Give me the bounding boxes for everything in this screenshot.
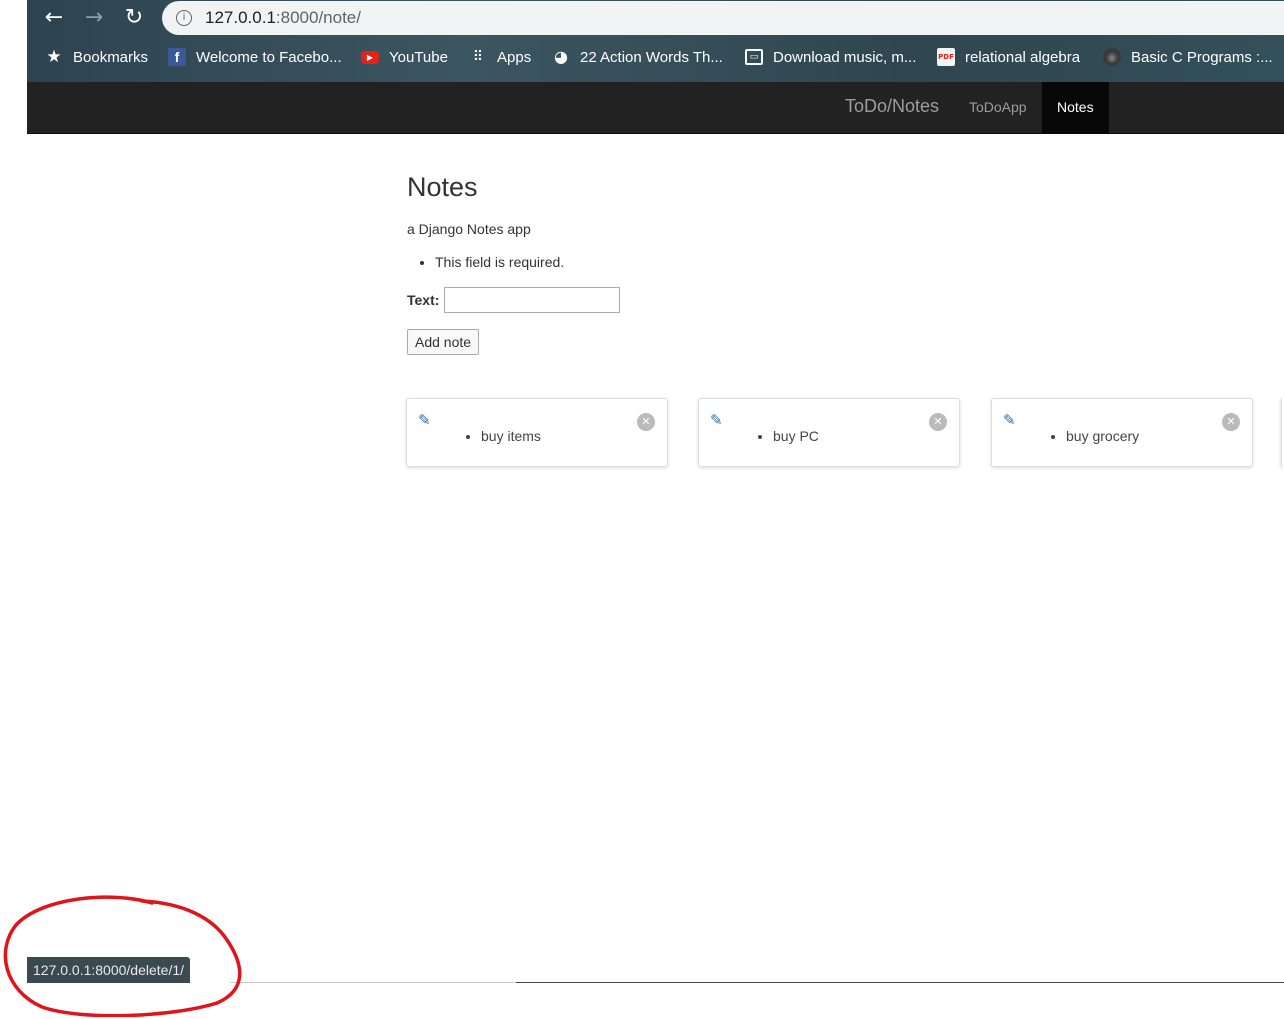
navbar-brand[interactable]: ToDo/Notes xyxy=(845,96,939,117)
note-card: ✎ ✕ buy items xyxy=(406,398,668,467)
note-card: ✎ ✕ buy PC xyxy=(698,398,960,467)
bookmark-label: Download music, m... xyxy=(773,48,917,66)
note-list: buy PC xyxy=(739,428,819,444)
nav-link-notes[interactable]: Notes xyxy=(1042,82,1109,133)
url-path: :8000/note/ xyxy=(275,8,361,27)
top-navbar: ToDo/Notes ToDoApp Notes xyxy=(27,82,1284,134)
error-message: This field is required. xyxy=(435,254,564,270)
browser-toolbar: ← → ↻ i 127.0.0.1:8000/note/ xyxy=(27,0,1284,36)
apps-grid-icon: ⠿ xyxy=(472,49,484,65)
bookmark-youtube[interactable]: ▶ YouTube xyxy=(361,46,448,68)
bookmark-label: Basic C Programs :... xyxy=(1131,48,1273,66)
bookmark-relational-algebra[interactable]: PDF relational algebra xyxy=(937,46,1080,68)
facebook-icon: f xyxy=(168,48,186,66)
bookmark-bookmarks[interactable]: ★ Bookmarks xyxy=(45,46,148,68)
bookmark-download-music[interactable]: ▭ Download music, m... xyxy=(745,46,916,68)
page-title: Notes xyxy=(407,172,478,202)
pdf-icon: PDF xyxy=(937,48,955,66)
note-form: Text: xyxy=(407,287,621,313)
pencil-icon[interactable]: ✎ xyxy=(710,411,728,429)
browser-chrome: ← → ↻ i 127.0.0.1:8000/note/ ★ Bookmarks… xyxy=(27,0,1284,82)
bookmark-label: 22 Action Words Th... xyxy=(580,48,723,66)
add-note-button[interactable]: Add note xyxy=(407,329,480,355)
note-list: buy items xyxy=(447,428,541,444)
bookmark-facebook[interactable]: f Welcome to Facebo... xyxy=(168,46,342,68)
error-list: This field is required. xyxy=(407,254,564,270)
bookmark-apps[interactable]: ⠿ Apps xyxy=(469,46,531,68)
url-host: 127.0.0.1 xyxy=(205,8,276,27)
globe-icon: ◕ xyxy=(554,47,568,66)
address-bar[interactable]: i 127.0.0.1:8000/note/ xyxy=(162,1,1284,35)
reload-icon[interactable]: ↻ xyxy=(122,6,146,30)
pencil-icon[interactable]: ✎ xyxy=(1003,411,1021,429)
back-arrow-icon[interactable]: ← xyxy=(42,6,66,30)
bookmark-basic-c[interactable]: ◉ Basic C Programs :... xyxy=(1103,46,1273,68)
red-annotation-circle xyxy=(3,895,242,1017)
status-bar-url: 127.0.0.1:8000/delete/1/ xyxy=(27,957,191,983)
site-icon: ◉ xyxy=(1103,48,1121,66)
close-icon[interactable]: ✕ xyxy=(637,413,655,431)
bookmark-label: Apps xyxy=(497,48,532,66)
pencil-icon[interactable]: ✎ xyxy=(418,411,436,429)
forward-arrow-icon[interactable]: → xyxy=(82,6,106,30)
note-list: buy grocery xyxy=(1032,428,1139,444)
star-icon: ★ xyxy=(46,47,62,67)
divider xyxy=(516,982,1284,983)
note-text-input[interactable] xyxy=(444,287,621,313)
bookmarks-bar: ★ Bookmarks f Welcome to Facebo... ▶ You… xyxy=(27,40,1284,74)
close-icon[interactable]: ✕ xyxy=(929,413,947,431)
bookmark-label: relational algebra xyxy=(965,48,1081,66)
download-site-icon: ▭ xyxy=(745,49,763,65)
page-subtitle: a Django Notes app xyxy=(407,221,531,237)
note-text: buy PC xyxy=(773,428,819,444)
bookmark-label: Welcome to Facebo... xyxy=(196,48,342,66)
note-text: buy items xyxy=(481,428,541,444)
note-card: ✎ ✕ buy grocery xyxy=(991,398,1253,467)
bookmark-action-words[interactable]: ◕ 22 Action Words Th... xyxy=(552,46,723,68)
note-text: buy grocery xyxy=(1066,428,1139,444)
close-icon[interactable]: ✕ xyxy=(1222,413,1240,431)
info-icon[interactable]: i xyxy=(176,10,192,26)
address-url[interactable]: 127.0.0.1:8000/note/ xyxy=(205,8,361,28)
youtube-icon: ▶ xyxy=(361,50,379,64)
nav-link-todoapp[interactable]: ToDoApp xyxy=(954,82,1042,133)
bookmark-label: Bookmarks xyxy=(73,48,149,66)
divider xyxy=(230,982,516,983)
bookmark-label: YouTube xyxy=(389,48,448,66)
text-label: Text: xyxy=(407,292,440,308)
